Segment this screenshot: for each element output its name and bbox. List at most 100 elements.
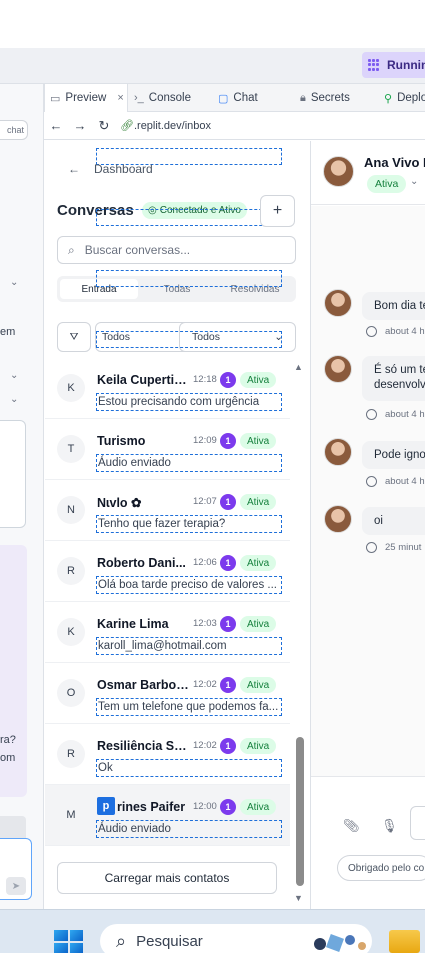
- tab-label: Secrets: [310, 92, 350, 104]
- tab-preview[interactable]: ▭ Preview ×: [44, 84, 128, 112]
- terminal-icon: ›_: [134, 92, 144, 104]
- contact-name: Turismo: [97, 434, 146, 448]
- contact-avatar: [324, 289, 352, 317]
- run-button-label: Runnin: [387, 58, 425, 72]
- chevron-down-icon[interactable]: ⌄: [10, 370, 18, 381]
- status-badge: Ativa: [240, 799, 277, 815]
- unread-badge: 1: [220, 677, 236, 693]
- avatar: R: [57, 557, 85, 585]
- close-icon[interactable]: ×: [117, 92, 123, 104]
- window-top-area: [0, 0, 425, 48]
- scrollbar-thumb[interactable]: [296, 737, 304, 886]
- filter-icon[interactable]: ⛛: [57, 322, 91, 352]
- search-highlight-icon: [314, 934, 366, 952]
- contact-name: Roberto Dani...: [97, 556, 186, 570]
- unread-badge: 1: [220, 372, 236, 388]
- emoji-icon[interactable]: [366, 476, 377, 487]
- conversation-item[interactable]: R Resiliência Se... 12:02 1 Ativa Ok: [45, 724, 290, 785]
- conversation-item[interactable]: K Karine Lima 12:03 1 Ativa karoll_lima@…: [45, 602, 290, 663]
- new-conversation-button[interactable]: +: [260, 195, 295, 227]
- contact-status-badge[interactable]: Ativa: [367, 175, 407, 193]
- back-to-dashboard-link[interactable]: ← Dashboard: [68, 162, 153, 176]
- unread-badge: 1: [220, 799, 236, 815]
- file-explorer-icon[interactable]: [389, 930, 420, 953]
- message-time: 12:06: [193, 557, 217, 568]
- contact-name: Nɩvlᴏ ✿: [97, 496, 142, 510]
- back-arrow-icon[interactable]: ←: [44, 118, 68, 133]
- message-composer: [311, 776, 425, 909]
- contact-avatar: [324, 505, 352, 533]
- arrow-left-icon: ←: [68, 162, 80, 176]
- chevron-down-icon[interactable]: ⌄: [10, 277, 18, 288]
- grid-icon: [368, 59, 379, 71]
- left-pane-card: [0, 420, 26, 528]
- tab-label: Console: [148, 92, 191, 104]
- conversation-item[interactable]: K Keila Cupertino 12:18 1 Ativa Estou pr…: [45, 358, 290, 419]
- tab-deployments[interactable]: ⚲ Deplo: [384, 84, 425, 112]
- left-pane-text: om: [0, 752, 16, 764]
- highlight-box: [96, 270, 282, 287]
- conversation-item[interactable]: M p rines Paifer 12:00 1 Ativa Áudio env…: [45, 785, 290, 846]
- message-time: 12:02: [193, 679, 217, 690]
- contact-name: rines Paifer: [117, 800, 186, 814]
- chevron-down-icon[interactable]: ⌄: [10, 394, 18, 405]
- unread-badge: 1: [220, 555, 236, 571]
- conversation-item[interactable]: T Turismo 12:09 1 Ativa Áudio enviado: [45, 419, 290, 480]
- paperclip-icon[interactable]: 📎︎: [343, 818, 360, 834]
- left-pane-text: em: [0, 326, 16, 338]
- search-icon: ⌕: [116, 930, 127, 951]
- send-icon[interactable]: ➤: [6, 877, 26, 895]
- tab-secrets[interactable]: 🔒︎ Secrets: [300, 84, 350, 112]
- chevron-down-icon[interactable]: ⌄: [410, 176, 418, 187]
- microphone-icon[interactable]: 🎙︎: [381, 818, 398, 834]
- chat-chip[interactable]: chat: [0, 120, 28, 140]
- message-time: 12:00: [193, 801, 217, 812]
- contact-name: Ana Vivo N: [364, 155, 425, 170]
- back-label: Dashboard: [94, 162, 153, 176]
- contact-name: Keila Cupertino: [97, 373, 189, 387]
- edit-marker-chip: p: [97, 797, 115, 815]
- scroll-down-arrow-icon[interactable]: ▼: [294, 893, 303, 903]
- message-preview: Áudio enviado: [96, 454, 282, 472]
- run-button[interactable]: Runnin: [362, 52, 425, 78]
- message-preview: Tenho que fazer terapia?: [96, 515, 282, 533]
- conversation-item[interactable]: N Nɩvlᴏ ✿ 12:07 1 Ativa Tenho que fazer …: [45, 480, 290, 541]
- message-preview: Estou precisando com urgência: [96, 393, 282, 411]
- emoji-icon[interactable]: [366, 326, 377, 337]
- tab-console[interactable]: ›_ Console: [134, 84, 191, 112]
- conversation-list: K Keila Cupertino 12:18 1 Ativa Estou pr…: [45, 358, 290, 848]
- conversation-item[interactable]: O Osmar Barbosa 12:02 1 Ativa Tem um tel…: [45, 663, 290, 724]
- scroll-up-arrow-icon[interactable]: ▲: [294, 362, 303, 372]
- forward-arrow-icon[interactable]: →: [68, 118, 92, 133]
- emoji-icon[interactable]: [366, 542, 377, 553]
- load-more-button[interactable]: Carregar mais contatos: [57, 862, 277, 894]
- url-field[interactable]: 🔗︎.replit.dev/inbox: [120, 119, 211, 132]
- unread-badge: 1: [220, 616, 236, 632]
- quick-reply-chip[interactable]: Obrigado pelo co: [337, 855, 425, 881]
- status-badge: Ativa: [240, 738, 277, 754]
- search-box[interactable]: ⌕ Buscar conversas...: [57, 236, 296, 264]
- highlight-box: [96, 331, 282, 348]
- workspace-tabs: ⋮ ▭ Preview × ›_ Console ▢ Chat 🔒︎ Secre…: [0, 84, 425, 112]
- emoji-icon[interactable]: [366, 409, 377, 420]
- contact-avatar: [323, 156, 354, 187]
- message-meta: 25 minut: [366, 542, 421, 553]
- search-input[interactable]: Buscar conversas...: [85, 243, 190, 257]
- message-input[interactable]: [410, 806, 425, 840]
- contact-name: Karine Lima: [97, 617, 169, 631]
- lock-icon: 🔒︎: [300, 91, 306, 104]
- avatar: K: [57, 374, 85, 402]
- status-badge: Ativa: [240, 677, 277, 693]
- avatar: O: [57, 679, 85, 707]
- conversation-item[interactable]: R Roberto Dani... 12:06 1 Ativa Olá boa …: [45, 541, 290, 602]
- search-icon: ⌕: [68, 242, 75, 257]
- avatar: T: [57, 435, 85, 463]
- status-badge: Ativa: [240, 616, 277, 632]
- windows-start-icon[interactable]: [54, 930, 83, 953]
- tab-chat[interactable]: ▢ Chat: [218, 84, 258, 112]
- contact-name: Osmar Barbosa: [97, 678, 189, 692]
- message-time: 12:03: [193, 618, 217, 629]
- contact-name: Resiliência Se...: [97, 739, 189, 753]
- reload-icon[interactable]: ↻: [92, 118, 116, 134]
- status-badge: Ativa: [240, 433, 277, 449]
